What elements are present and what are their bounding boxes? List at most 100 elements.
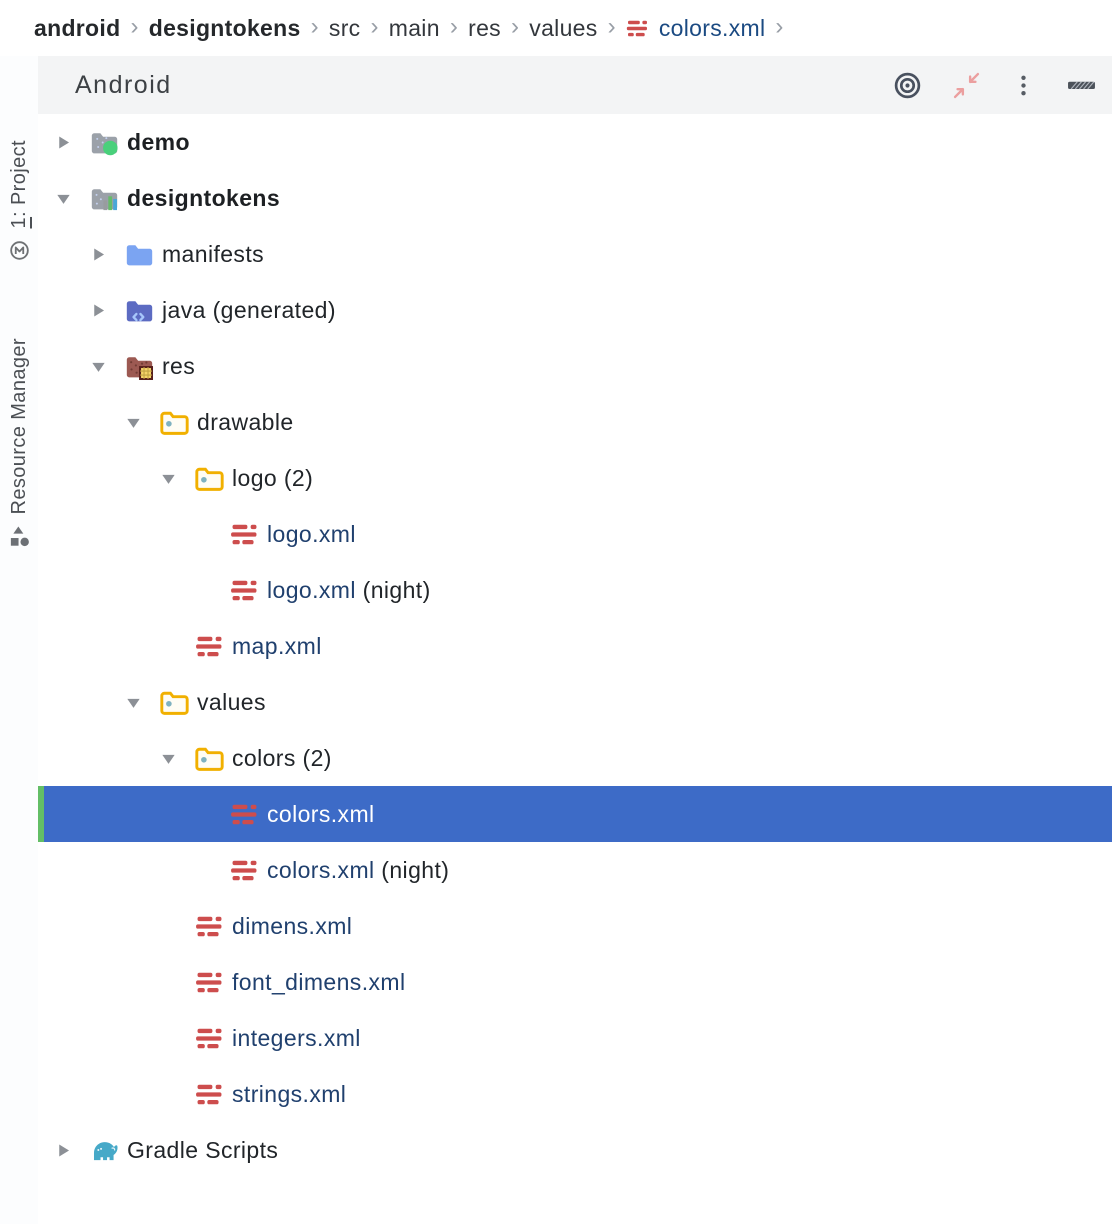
project-tab-label: 1: Project (8, 140, 31, 229)
tree-row-colors-xml[interactable]: colors.xml (38, 786, 1112, 842)
breadcrumb-separator-icon: › (311, 13, 319, 41)
gradle-icon (90, 1136, 119, 1165)
breadcrumb-item-values[interactable]: values (529, 15, 597, 42)
tree-row-demo[interactable]: demo (38, 114, 1112, 170)
folder-blue-icon (125, 240, 154, 269)
breadcrumb-item-designtokens[interactable]: designtokens (149, 15, 301, 42)
view-selector-dropdown[interactable]: Android (62, 71, 184, 100)
resource-manager-icon (8, 525, 31, 554)
tree-row-gradle-scripts[interactable]: Gradle Scripts (38, 1122, 1112, 1178)
breadcrumb-item-res[interactable]: res (468, 15, 501, 42)
xml-file-icon (626, 17, 649, 40)
breadcrumb-item-main[interactable]: main (389, 15, 440, 42)
arrow-spacer (157, 1083, 179, 1105)
breadcrumb-separator-icon: › (775, 13, 783, 41)
tree-item-label: designtokens (127, 185, 280, 212)
arrow-expanded-icon[interactable] (122, 411, 144, 433)
tree-row-res[interactable]: res (38, 338, 1112, 394)
arrow-expanded-icon[interactable] (157, 747, 179, 769)
tree-item-label: demo (127, 129, 190, 156)
tree-row-integers-xml[interactable]: integers.xml (38, 1010, 1112, 1066)
breadcrumb-separator-icon: › (130, 13, 138, 41)
tree-item-name: drawable (197, 409, 294, 435)
arrow-spacer (157, 635, 179, 657)
breadcrumb-item-src[interactable]: src (329, 15, 361, 42)
arrow-collapsed-icon[interactable] (52, 131, 74, 153)
arrow-collapsed-icon[interactable] (87, 243, 109, 265)
sidebar-item-resource-manager[interactable]: Resource Manager (0, 338, 38, 554)
view-selector-label: Android (75, 71, 172, 100)
arrow-spacer (157, 971, 179, 993)
tree-row-drawable[interactable]: drawable (38, 394, 1112, 450)
tree-item-label: logo.xml (267, 521, 356, 548)
tree-row-font-dimens-xml[interactable]: font_dimens.xml (38, 954, 1112, 1010)
folder-resource-icon (195, 744, 224, 773)
tree-row-designtokens[interactable]: designtokens (38, 170, 1112, 226)
xml-file-icon (195, 1080, 224, 1109)
tree-item-label: strings.xml (232, 1081, 346, 1108)
arrow-expanded-icon[interactable] (87, 355, 109, 377)
tree-row-manifests[interactable]: manifests (38, 226, 1112, 282)
folder-resource-icon (160, 688, 189, 717)
tree-item-name: logo.xml (267, 521, 356, 547)
tree-row-values[interactable]: values (38, 674, 1112, 730)
tree-item-label: drawable (197, 409, 294, 436)
more-options-icon[interactable] (1011, 73, 1036, 98)
tree-item-name: manifests (162, 241, 264, 267)
tree-item-label: font_dimens.xml (232, 969, 405, 996)
breadcrumb-separator-icon: › (370, 13, 378, 41)
tree-row-colors-2[interactable]: colors (2) (38, 730, 1112, 786)
tree-row-colors-xml-night[interactable]: colors.xml (night) (38, 842, 1112, 898)
folder-java-icon (125, 296, 154, 325)
tree-item-qualifier: (night) (356, 577, 431, 603)
arrow-expanded-icon[interactable] (52, 187, 74, 209)
tree-row-java-generated[interactable]: java (generated) (38, 282, 1112, 338)
hide-panel-icon[interactable] (1067, 80, 1096, 91)
xml-file-icon (195, 968, 224, 997)
arrow-collapsed-icon[interactable] (87, 299, 109, 321)
collapse-all-icon[interactable] (953, 72, 980, 99)
arrow-collapsed-icon[interactable] (52, 1139, 74, 1161)
tree-item-label: colors (2) (232, 745, 332, 772)
tree-item-name: strings.xml (232, 1081, 346, 1107)
xml-file-icon (195, 1024, 224, 1053)
tree-item-name: font_dimens.xml (232, 969, 405, 995)
tree-item-label: Gradle Scripts (127, 1137, 278, 1164)
arrow-spacer (192, 579, 214, 601)
tool-window-body: 1: Project Resource Manager Android (0, 56, 1112, 1224)
project-tab-label-rest: : Project (8, 140, 30, 217)
tree-row-logo-xml[interactable]: logo.xml (38, 506, 1112, 562)
arrow-expanded-icon[interactable] (122, 691, 144, 713)
project-panel: Android demo designtokens manifests java (g… (38, 56, 1112, 1224)
tree-item-name: java (generated) (162, 297, 336, 323)
folder-resource-icon (160, 408, 189, 437)
tree-item-label: dimens.xml (232, 913, 352, 940)
locate-file-icon[interactable] (893, 71, 922, 100)
tool-window-header: Android (38, 56, 1112, 114)
xml-file-icon (230, 576, 259, 605)
arrow-spacer (192, 859, 214, 881)
tree-item-label: java (generated) (162, 297, 336, 324)
tree-item-name: designtokens (127, 185, 280, 211)
tree-item-name: integers.xml (232, 1025, 361, 1051)
breadcrumb-item-android[interactable]: android (34, 15, 120, 42)
library-module-folder-icon (90, 184, 119, 213)
tree-item-name: dimens.xml (232, 913, 352, 939)
breadcrumb-item-colors-xml[interactable]: colors.xml (659, 15, 766, 42)
tree-row-logo-2[interactable]: logo (2) (38, 450, 1112, 506)
sidebar-item-project[interactable]: 1: Project (0, 140, 38, 268)
breadcrumb-separator-icon: › (608, 13, 616, 41)
tree-item-label: map.xml (232, 633, 322, 660)
project-tree: demo designtokens manifests java (generated… (38, 114, 1112, 1224)
tree-row-strings-xml[interactable]: strings.xml (38, 1066, 1112, 1122)
header-actions (893, 71, 1096, 100)
folder-resource-icon (195, 464, 224, 493)
tree-row-map-xml[interactable]: map.xml (38, 618, 1112, 674)
tree-item-name: values (197, 689, 266, 715)
tree-row-dimens-xml[interactable]: dimens.xml (38, 898, 1112, 954)
arrow-expanded-icon[interactable] (157, 467, 179, 489)
tree-row-logo-xml-night[interactable]: logo.xml (night) (38, 562, 1112, 618)
xml-file-icon (230, 520, 259, 549)
breadcrumb-separator-icon: › (450, 13, 458, 41)
project-icon (8, 239, 31, 268)
